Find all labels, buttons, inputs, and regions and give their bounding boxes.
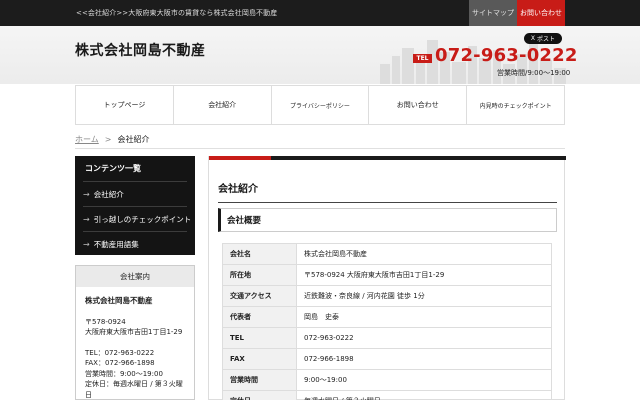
table-key: 定休日 (222, 390, 297, 400)
table-row: 交通アクセス 近鉄難波・奈良線 / 河内花園 徒歩 1分 (222, 285, 552, 307)
breadcrumb: ホーム > 会社紹介 (75, 134, 149, 145)
sitemap-link[interactable]: サイトマップ (469, 0, 517, 26)
table-key: 会社名 (222, 243, 297, 265)
table-key: 営業時間 (222, 369, 297, 391)
table-row: 代表者 岡島 史泰 (222, 306, 552, 328)
sidebar-item-glossary[interactable]: → 不動産用語集 (83, 231, 187, 256)
company-info-name: 株式会社岡島不動産 (85, 296, 153, 305)
sidebar-item-label: 不動産用語集 (93, 239, 139, 249)
nav-checkpoints[interactable]: 内見時のチェックポイント (467, 86, 564, 124)
table-row: 営業時間 9:00～19:00 (222, 369, 552, 391)
nav-top[interactable]: トップページ (76, 86, 174, 124)
x-post-label: ポスト (537, 36, 556, 43)
table-row: FAX 072-966-1898 (222, 348, 552, 370)
company-info-address-block: 〒578-0924 大阪府東大阪市吉田1丁目1-29 (85, 317, 194, 338)
table-value: 072-966-1898 (296, 348, 552, 370)
nav-privacy[interactable]: プライバシーポリシー (272, 86, 370, 124)
contact-link[interactable]: お問い合わせ (517, 0, 565, 26)
arrow-right-icon: → (83, 189, 90, 199)
company-info-tel: TEL：072-963-0222 (85, 348, 155, 357)
x-logo-icon: X (530, 35, 536, 42)
sidebar-item-label: 引っ越しのチェックポイント (93, 214, 192, 224)
table-key: TEL (222, 327, 297, 349)
breadcrumb-current: 会社紹介 (117, 135, 150, 144)
table-row: 所在地 〒578-0924 大阪府東大阪市吉田1丁目1-29 (222, 264, 552, 286)
site-logo[interactable]: 株式会社岡島不動産 (75, 40, 206, 60)
table-value: 9:00～19:00 (296, 369, 552, 391)
table-value: 岡島 史泰 (296, 306, 552, 328)
sidebar-item-moving-checkpoints[interactable]: → 引っ越しのチェックポイント (83, 206, 191, 231)
page-title: 会社紹介 (218, 184, 258, 195)
table-key: 代表者 (222, 306, 297, 328)
header-business-hours: 営業時間/9:00～19:00 (497, 69, 571, 77)
company-info-holiday: 定休日：毎週水曜日 / 第３火曜 (85, 380, 183, 388)
x-post-button[interactable]: X ポスト (524, 33, 562, 44)
table-value: 毎週水曜日 / 第３火曜日 (296, 390, 552, 400)
company-info-fax: FAX：072-966-1898 (85, 359, 155, 367)
table-value: 〒578-0924 大阪府東大阪市吉田1丁目1-29 (296, 264, 552, 286)
table-value: 072-963-0222 (296, 327, 552, 349)
sidebar-item-company[interactable]: → 会社紹介 (83, 181, 187, 206)
main-top-accent (209, 156, 271, 160)
top-lead-text: <<会社紹介>>大阪府東大阪市の賃貸なら株式会社岡島不動産 (76, 9, 278, 17)
main-content: 会社紹介 会社概要 会社名 株式会社岡島不動産 所在地 〒578-0924 大阪府東… (208, 156, 566, 400)
table-row: TEL 072-963-0222 (222, 327, 552, 349)
site-header: 株式会社岡島不動産 X ポスト TEL 072-963-0222 営業時間/9:… (0, 26, 640, 84)
nav-company[interactable]: 会社紹介 (174, 86, 272, 124)
company-info-heading: 会社案内 (76, 266, 194, 287)
section-heading: 会社概要 (218, 208, 557, 232)
table-value: 株式会社岡島不動産 (296, 243, 552, 265)
table-value: 近鉄難波・奈良線 / 河内花園 徒歩 1分 (296, 285, 552, 307)
top-bar: <<会社紹介>>大阪府東大阪市の賃貸なら株式会社岡島不動産 サイトマップ お問い… (0, 0, 640, 26)
company-info-body: 株式会社岡島不動産 〒578-0924 大阪府東大阪市吉田1丁目1-29 TEL… (76, 287, 194, 400)
table-row: 定休日毎週水曜日 / 第３火曜日 (222, 390, 552, 400)
company-overview-table: 会社名 株式会社岡島不動産 所在地 〒578-0924 大阪府東大阪市吉田1丁目1-… (222, 243, 552, 400)
page-title-divider (218, 202, 557, 203)
global-nav: トップページ 会社紹介 プライバシーポリシー お問い合わせ 内見時のチェックポイ… (75, 85, 565, 125)
table-key: 交通アクセス (222, 285, 297, 307)
table-key: 所在地 (222, 264, 297, 286)
nav-contact[interactable]: お問い合わせ (369, 86, 468, 124)
company-info-box: 会社案内 株式会社岡島不動産 〒578-0924 大阪府東大阪市吉田1丁目1-2… (75, 265, 195, 400)
sidebar-item-label: 会社紹介 (93, 189, 124, 199)
company-info-holiday-cont: 日 (85, 390, 92, 399)
header-phone-number[interactable]: 072-963-0222 (435, 45, 578, 66)
sidebar-contents: コンテンツ一覧 → 会社紹介 → 引っ越しのチェックポイント → 不動産用語集 (75, 156, 195, 255)
tel-badge: TEL (413, 54, 432, 63)
company-info-postal: 〒578-0924 (85, 317, 126, 326)
table-row: 会社名 株式会社岡島不動産 (222, 243, 552, 265)
breadcrumb-separator: > (104, 135, 112, 144)
arrow-right-icon: → (83, 214, 90, 224)
company-info-hours: 営業時間：9:00～19:00 (85, 369, 163, 378)
breadcrumb-home[interactable]: ホーム (75, 135, 99, 144)
arrow-right-icon: → (83, 239, 90, 249)
sidebar-title: コンテンツ一覧 (85, 164, 141, 173)
breadcrumb-divider (75, 148, 565, 149)
company-info-address: 大阪府東大阪市吉田1丁目1-29 (85, 328, 183, 336)
table-key: FAX (222, 348, 297, 370)
